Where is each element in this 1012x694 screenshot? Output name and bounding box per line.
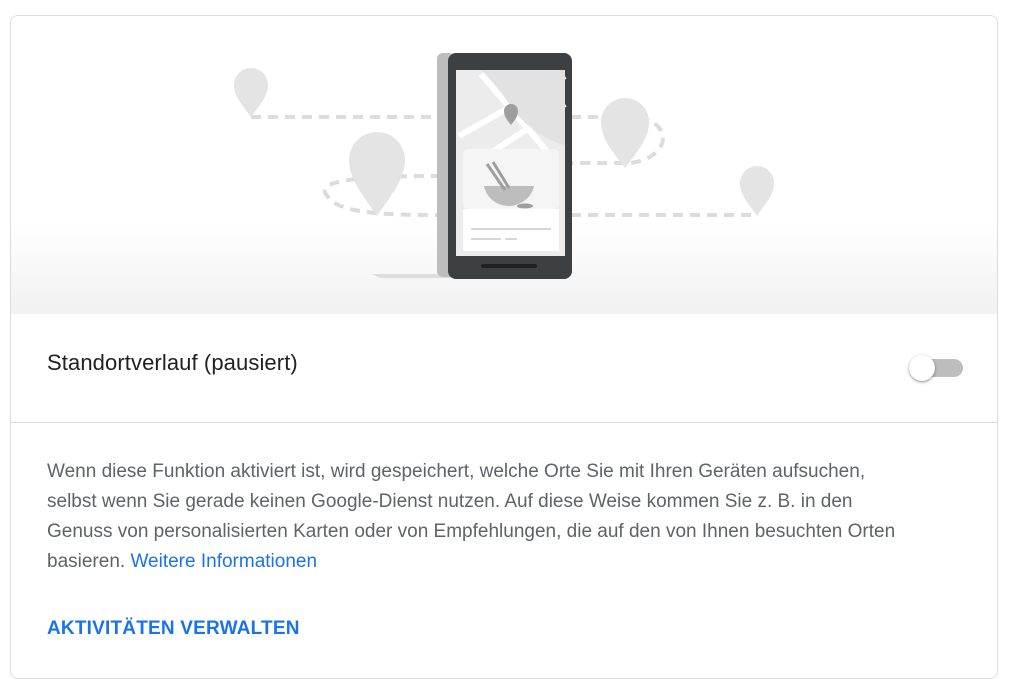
location-history-illustration: [234, 53, 774, 279]
setting-description: Wenn diese Funktion aktiviert ist, wird …: [47, 457, 897, 577]
toggle-thumb: [909, 355, 935, 381]
phone-illustration: [437, 53, 572, 279]
manage-activity-button[interactable]: AKTIVITÄTEN VERWALTEN: [47, 618, 300, 640]
location-history-card: Standortverlauf (pausiert) Wenn diese Fu…: [10, 15, 998, 679]
setting-row: Standortverlauf (pausiert): [11, 314, 997, 423]
hero-illustration: [11, 16, 997, 314]
location-history-toggle[interactable]: [907, 353, 967, 383]
setting-title: Standortverlauf (pausiert): [47, 350, 298, 375]
learn-more-link[interactable]: Weitere Informationen: [130, 551, 317, 572]
